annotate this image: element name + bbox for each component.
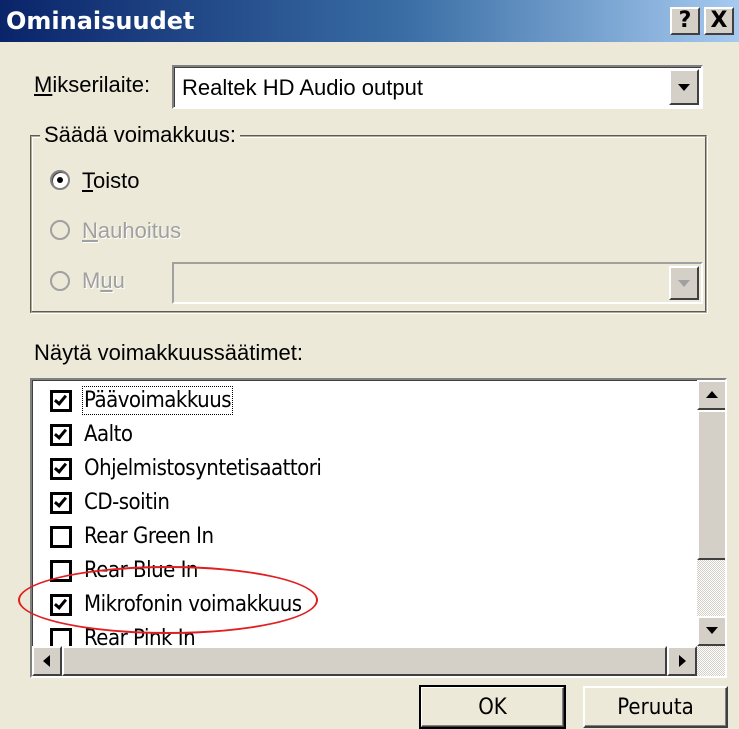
radio-playback-circle[interactable] (50, 170, 70, 190)
other-dropdown-button (669, 266, 699, 300)
scrollbar-corner (697, 646, 725, 676)
chevron-down-icon (678, 84, 690, 91)
arrow-down-icon (706, 627, 718, 634)
scroll-right-button[interactable] (667, 646, 697, 676)
list-item-label: Päävoimakkuus (81, 386, 234, 415)
vertical-scroll-thumb[interactable] (697, 410, 725, 560)
controls-label: Näytä voimakkuussäätimet: (34, 340, 303, 365)
list-item[interactable]: Ohjelmistosyntetisaattori (32, 452, 692, 486)
controls-listbox[interactable]: Päävoimakkuus Aalto Ohjelmistosyntetisaatt… (30, 378, 727, 678)
list-item-label: Rear Green In (84, 524, 214, 549)
ok-button[interactable]: OK (419, 685, 566, 729)
vertical-scrollbar[interactable] (697, 380, 725, 646)
close-button[interactable]: X (704, 7, 734, 35)
scroll-left-button[interactable] (32, 646, 62, 676)
list-item[interactable]: CD-soitin (32, 486, 692, 520)
list-item-label: CD-soitin (84, 490, 170, 515)
mixer-label-rest: ikserilaite: (52, 72, 151, 97)
mixer-label-accel: M (34, 72, 53, 97)
horizontal-scrollbar[interactable] (32, 646, 697, 676)
checkbox[interactable] (50, 560, 72, 582)
radio-other-label: Muu (82, 268, 125, 294)
list-item-label: Rear Blue In (84, 558, 198, 583)
help-button[interactable]: ? (670, 7, 700, 35)
list-item-label: Aalto (84, 422, 133, 447)
list-item-label: Ohjelmistosyntetisaattori (84, 456, 322, 481)
checkmark-icon (53, 426, 68, 440)
list-item[interactable]: Aalto (32, 418, 692, 452)
mixer-device-select[interactable]: Realtek HD Audio output (172, 65, 703, 109)
properties-dialog: Ominaisuudet ? X Mikserilaite: Realtek H… (0, 0, 739, 729)
checkbox[interactable] (50, 526, 72, 548)
checkbox[interactable] (50, 390, 72, 412)
radio-recording-label: Nauhoitus (82, 218, 181, 244)
cancel-button[interactable]: Peruuta (583, 686, 728, 728)
checkbox[interactable] (50, 594, 72, 616)
list-item-label: Mikrofonin voimakkuus (84, 592, 302, 617)
checkbox[interactable] (50, 424, 72, 446)
radio-recording-circle (50, 220, 70, 240)
mixer-dropdown-button[interactable] (669, 69, 699, 105)
checkmark-icon (53, 596, 68, 610)
list-item[interactable]: Rear Green In (32, 520, 692, 554)
arrow-right-icon (679, 655, 686, 667)
scroll-up-button[interactable] (697, 380, 725, 410)
scroll-down-button[interactable] (697, 616, 725, 646)
checkmark-icon (53, 392, 68, 406)
radio-other-circle (50, 271, 70, 291)
radio-selected-dot (57, 177, 63, 183)
radio-playback-label: Toisto (82, 168, 139, 194)
playback-rest: oisto (93, 168, 140, 193)
other-accel: u (100, 268, 113, 293)
window-title: Ominaisuudet (6, 7, 195, 35)
checkbox[interactable] (50, 458, 72, 480)
playback-accel: T (82, 168, 93, 193)
mixer-device-value: Realtek HD Audio output (182, 75, 423, 100)
arrow-up-icon (706, 391, 718, 398)
recording-accel: N (82, 218, 98, 243)
mixer-device-label: Mikserilaite: (34, 72, 150, 98)
checkbox[interactable] (50, 492, 72, 514)
other-rest: u (112, 268, 125, 293)
other-device-select (172, 262, 703, 304)
checkmark-icon (53, 494, 68, 508)
chevron-down-icon (678, 280, 690, 287)
list-item[interactable]: Rear Blue In (32, 554, 692, 588)
checkmark-icon (53, 460, 68, 474)
list-item[interactable]: Päävoimakkuus (32, 384, 692, 418)
recording-rest: auhoitus (97, 218, 182, 243)
arrow-left-icon (43, 655, 50, 667)
volume-group-title: Säädä voimakkuus: (40, 122, 240, 148)
horizontal-scroll-thumb[interactable] (62, 646, 667, 676)
title-bar[interactable]: Ominaisuudet ? X (0, 0, 739, 42)
other-pre: M (82, 268, 101, 293)
list-item[interactable]: Mikrofonin voimakkuus (32, 588, 692, 622)
